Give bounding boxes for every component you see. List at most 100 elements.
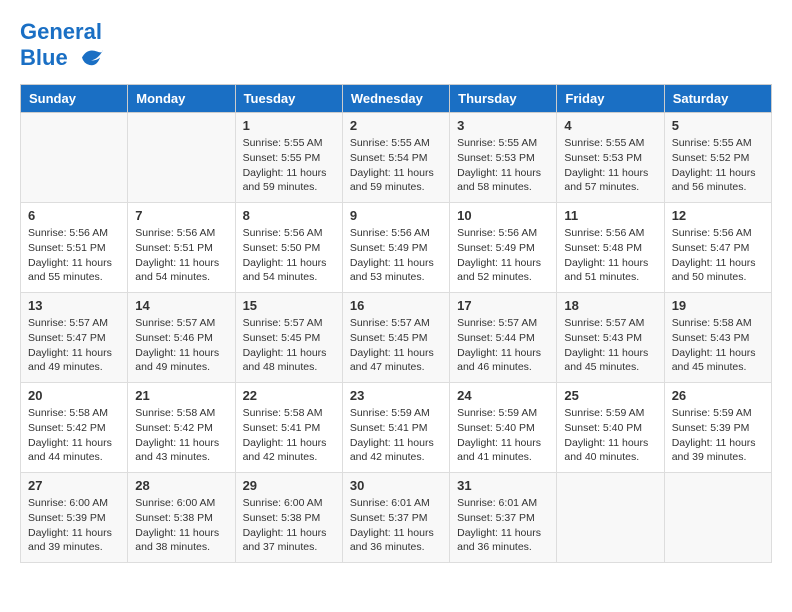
day-info: Sunrise: 5:59 AM Sunset: 5:41 PM Dayligh… bbox=[350, 406, 442, 465]
calendar-cell bbox=[664, 473, 771, 563]
day-number: 24 bbox=[457, 388, 549, 403]
calendar-cell: 22 Sunrise: 5:58 AM Sunset: 5:41 PM Dayli… bbox=[235, 383, 342, 473]
day-info: Sunrise: 5:55 AM Sunset: 5:53 PM Dayligh… bbox=[457, 136, 549, 195]
calendar-cell: 20 Sunrise: 5:58 AM Sunset: 5:42 PM Dayli… bbox=[21, 383, 128, 473]
calendar-cell: 5 Sunrise: 5:55 AM Sunset: 5:52 PM Daylig… bbox=[664, 113, 771, 203]
calendar-cell: 26 Sunrise: 5:59 AM Sunset: 5:39 PM Dayli… bbox=[664, 383, 771, 473]
day-info: Sunrise: 5:55 AM Sunset: 5:53 PM Dayligh… bbox=[564, 136, 656, 195]
day-number: 13 bbox=[28, 298, 120, 313]
day-number: 30 bbox=[350, 478, 442, 493]
day-header-thursday: Thursday bbox=[450, 85, 557, 113]
day-info: Sunrise: 5:58 AM Sunset: 5:42 PM Dayligh… bbox=[135, 406, 227, 465]
calendar-cell: 6Sunrise: 5:56 AM Sunset: 5:51 PM Daylig… bbox=[21, 203, 128, 293]
day-header-friday: Friday bbox=[557, 85, 664, 113]
day-header-tuesday: Tuesday bbox=[235, 85, 342, 113]
day-info: Sunrise: 5:56 AM Sunset: 5:48 PM Dayligh… bbox=[564, 226, 656, 285]
calendar-week-row: 20 Sunrise: 5:58 AM Sunset: 5:42 PM Dayli… bbox=[21, 383, 772, 473]
day-info: Sunrise: 5:57 AM Sunset: 5:47 PM Dayligh… bbox=[28, 316, 120, 375]
calendar-week-row: 13 Sunrise: 5:57 AM Sunset: 5:47 PM Dayli… bbox=[21, 293, 772, 383]
calendar-cell: 9 Sunrise: 5:56 AM Sunset: 5:49 PM Daylig… bbox=[342, 203, 449, 293]
day-header-sunday: Sunday bbox=[21, 85, 128, 113]
day-number: 12 bbox=[672, 208, 764, 223]
day-info: Sunrise: 5:56 AM Sunset: 5:47 PM Dayligh… bbox=[672, 226, 764, 285]
day-number: 31 bbox=[457, 478, 549, 493]
day-info: Sunrise: 6:01 AM Sunset: 5:37 PM Dayligh… bbox=[350, 496, 442, 555]
calendar-cell: 1 Sunrise: 5:55 AM Sunset: 5:55 PM Daylig… bbox=[235, 113, 342, 203]
day-info: Sunrise: 6:00 AM Sunset: 5:38 PM Dayligh… bbox=[243, 496, 335, 555]
calendar-cell: 3 Sunrise: 5:55 AM Sunset: 5:53 PM Daylig… bbox=[450, 113, 557, 203]
calendar-cell: 18Sunrise: 5:57 AM Sunset: 5:43 PM Dayli… bbox=[557, 293, 664, 383]
calendar-cell: 15 Sunrise: 5:57 AM Sunset: 5:45 PM Dayli… bbox=[235, 293, 342, 383]
day-info: Sunrise: 6:00 AM Sunset: 5:39 PM Dayligh… bbox=[28, 496, 120, 555]
calendar-cell: 25Sunrise: 5:59 AM Sunset: 5:40 PM Dayli… bbox=[557, 383, 664, 473]
day-number: 5 bbox=[672, 118, 764, 133]
day-info: Sunrise: 5:57 AM Sunset: 5:45 PM Dayligh… bbox=[350, 316, 442, 375]
day-info: Sunrise: 5:59 AM Sunset: 5:40 PM Dayligh… bbox=[457, 406, 549, 465]
day-info: Sunrise: 5:56 AM Sunset: 5:51 PM Dayligh… bbox=[28, 226, 120, 285]
calendar-cell: 13 Sunrise: 5:57 AM Sunset: 5:47 PM Dayli… bbox=[21, 293, 128, 383]
calendar-cell bbox=[21, 113, 128, 203]
calendar-cell: 24 Sunrise: 5:59 AM Sunset: 5:40 PM Dayli… bbox=[450, 383, 557, 473]
calendar-cell: 17 Sunrise: 5:57 AM Sunset: 5:44 PM Dayli… bbox=[450, 293, 557, 383]
day-number: 8 bbox=[243, 208, 335, 223]
day-info: Sunrise: 5:58 AM Sunset: 5:43 PM Dayligh… bbox=[672, 316, 764, 375]
day-header-saturday: Saturday bbox=[664, 85, 771, 113]
day-number: 22 bbox=[243, 388, 335, 403]
day-number: 21 bbox=[135, 388, 227, 403]
calendar-cell: 30 Sunrise: 6:01 AM Sunset: 5:37 PM Dayli… bbox=[342, 473, 449, 563]
calendar-cell: 31Sunrise: 6:01 AM Sunset: 5:37 PM Dayli… bbox=[450, 473, 557, 563]
day-number: 15 bbox=[243, 298, 335, 313]
day-info: Sunrise: 5:56 AM Sunset: 5:49 PM Dayligh… bbox=[350, 226, 442, 285]
calendar-cell: 11 Sunrise: 5:56 AM Sunset: 5:48 PM Dayli… bbox=[557, 203, 664, 293]
calendar-week-row: 27 Sunrise: 6:00 AM Sunset: 5:39 PM Dayli… bbox=[21, 473, 772, 563]
day-info: Sunrise: 5:57 AM Sunset: 5:43 PM Dayligh… bbox=[564, 316, 656, 375]
day-info: Sunrise: 5:56 AM Sunset: 5:50 PM Dayligh… bbox=[243, 226, 335, 285]
day-info: Sunrise: 5:58 AM Sunset: 5:42 PM Dayligh… bbox=[28, 406, 120, 465]
day-number: 19 bbox=[672, 298, 764, 313]
calendar-cell: 4 Sunrise: 5:55 AM Sunset: 5:53 PM Daylig… bbox=[557, 113, 664, 203]
day-info: Sunrise: 5:57 AM Sunset: 5:45 PM Dayligh… bbox=[243, 316, 335, 375]
day-number: 3 bbox=[457, 118, 549, 133]
day-info: Sunrise: 5:55 AM Sunset: 5:54 PM Dayligh… bbox=[350, 136, 442, 195]
calendar-header-row: SundayMondayTuesdayWednesdayThursdayFrid… bbox=[21, 85, 772, 113]
day-number: 23 bbox=[350, 388, 442, 403]
day-info: Sunrise: 6:00 AM Sunset: 5:38 PM Dayligh… bbox=[135, 496, 227, 555]
page-header: General Blue bbox=[20, 20, 772, 74]
day-number: 27 bbox=[28, 478, 120, 493]
day-header-wednesday: Wednesday bbox=[342, 85, 449, 113]
day-number: 26 bbox=[672, 388, 764, 403]
calendar-cell: 12 Sunrise: 5:56 AM Sunset: 5:47 PM Dayli… bbox=[664, 203, 771, 293]
day-number: 14 bbox=[135, 298, 227, 313]
day-number: 17 bbox=[457, 298, 549, 313]
calendar-week-row: 1 Sunrise: 5:55 AM Sunset: 5:55 PM Daylig… bbox=[21, 113, 772, 203]
day-number: 11 bbox=[564, 208, 656, 223]
day-info: Sunrise: 5:56 AM Sunset: 5:49 PM Dayligh… bbox=[457, 226, 549, 285]
day-number: 9 bbox=[350, 208, 442, 223]
day-info: Sunrise: 5:55 AM Sunset: 5:55 PM Dayligh… bbox=[243, 136, 335, 195]
day-header-monday: Monday bbox=[128, 85, 235, 113]
day-info: Sunrise: 5:56 AM Sunset: 5:51 PM Dayligh… bbox=[135, 226, 227, 285]
logo-text2: Blue bbox=[20, 44, 106, 74]
calendar-cell: 23 Sunrise: 5:59 AM Sunset: 5:41 PM Dayli… bbox=[342, 383, 449, 473]
calendar-cell: 7Sunrise: 5:56 AM Sunset: 5:51 PM Daylig… bbox=[128, 203, 235, 293]
calendar-cell: 29Sunrise: 6:00 AM Sunset: 5:38 PM Dayli… bbox=[235, 473, 342, 563]
day-number: 2 bbox=[350, 118, 442, 133]
day-info: Sunrise: 5:57 AM Sunset: 5:44 PM Dayligh… bbox=[457, 316, 549, 375]
calendar-week-row: 6Sunrise: 5:56 AM Sunset: 5:51 PM Daylig… bbox=[21, 203, 772, 293]
calendar-cell: 19 Sunrise: 5:58 AM Sunset: 5:43 PM Dayli… bbox=[664, 293, 771, 383]
day-number: 20 bbox=[28, 388, 120, 403]
logo: General Blue bbox=[20, 20, 106, 74]
day-number: 16 bbox=[350, 298, 442, 313]
day-number: 10 bbox=[457, 208, 549, 223]
logo-text: General bbox=[20, 20, 106, 44]
day-number: 1 bbox=[243, 118, 335, 133]
day-info: Sunrise: 5:59 AM Sunset: 5:39 PM Dayligh… bbox=[672, 406, 764, 465]
calendar-cell: 21 Sunrise: 5:58 AM Sunset: 5:42 PM Dayli… bbox=[128, 383, 235, 473]
calendar-cell bbox=[557, 473, 664, 563]
calendar-cell: 27 Sunrise: 6:00 AM Sunset: 5:39 PM Dayli… bbox=[21, 473, 128, 563]
day-info: Sunrise: 5:55 AM Sunset: 5:52 PM Dayligh… bbox=[672, 136, 764, 195]
calendar-cell bbox=[128, 113, 235, 203]
day-number: 4 bbox=[564, 118, 656, 133]
day-info: Sunrise: 5:58 AM Sunset: 5:41 PM Dayligh… bbox=[243, 406, 335, 465]
day-info: Sunrise: 5:59 AM Sunset: 5:40 PM Dayligh… bbox=[564, 406, 656, 465]
